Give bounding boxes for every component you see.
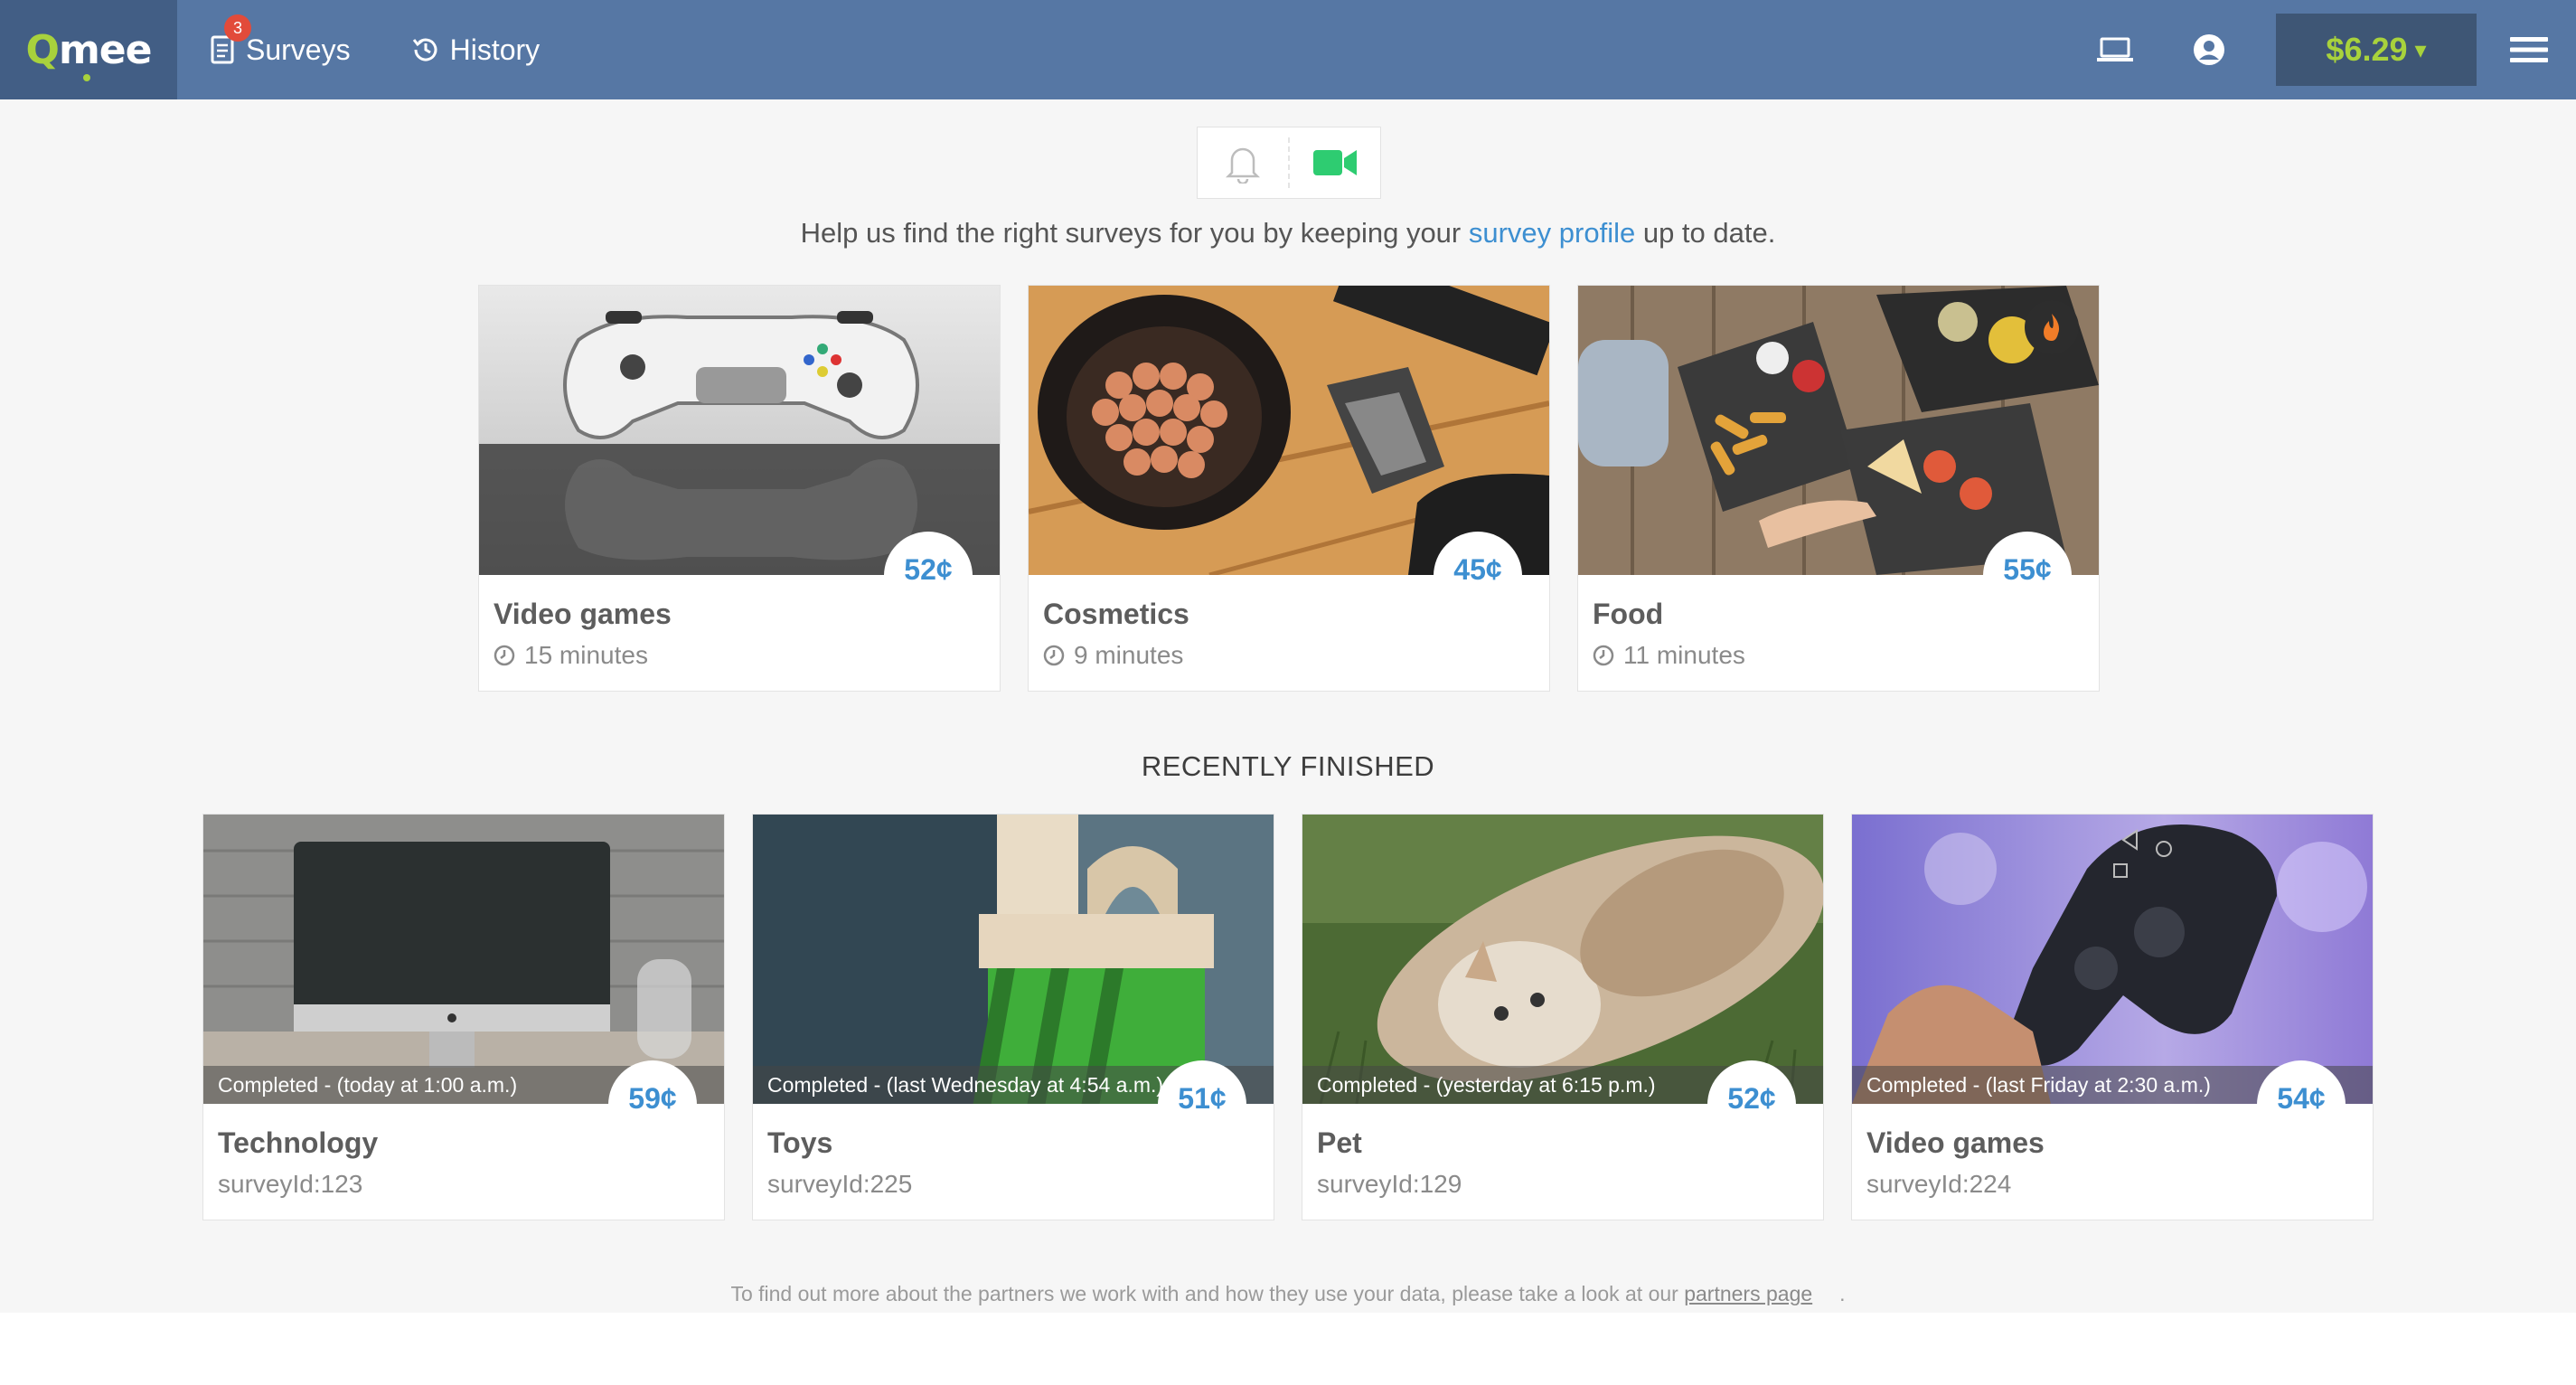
survey-id: surveyId:123 (218, 1170, 363, 1198)
balance-amount: $6.29 (2326, 31, 2408, 68)
nav-history-label: History (449, 33, 541, 66)
footer (0, 1313, 2576, 1385)
clock-icon (494, 645, 515, 666)
nav-history[interactable]: History (410, 0, 541, 99)
nav-surveys-label: Surveys (246, 33, 351, 66)
chevron-down-icon: ▾ (2414, 35, 2427, 63)
surveys-count-badge: 3 (224, 14, 251, 42)
duration-text: 15 minutes (524, 641, 648, 669)
survey-id: surveyId:225 (767, 1170, 913, 1198)
survey-duration: 9 minutes (1043, 641, 1183, 670)
finished-card-video-games[interactable]: Completed - (last Friday at 2:30 a.m.) 5… (1851, 814, 2374, 1220)
partners-notice: To find out more about the partners we w… (0, 1282, 2576, 1306)
survey-title: Toys (767, 1126, 833, 1159)
partners-text-end: . (1839, 1282, 1846, 1305)
logo-wordmark: Qmee (25, 26, 153, 73)
clock-icon (1593, 645, 1614, 666)
survey-card-food[interactable]: 55¢ Food 11 minutes (1577, 285, 2100, 692)
history-icon (412, 38, 437, 61)
top-navigation: Qmee 3 Surveys History $6.29 ▾ (0, 0, 2576, 99)
survey-reward: 52¢ (1707, 1060, 1796, 1149)
finished-card-pet[interactable]: Completed - (yesterday at 6:15 p.m.) 52¢… (1302, 814, 1824, 1220)
partners-page-link[interactable]: partners page (1684, 1282, 1812, 1305)
survey-reward: 51¢ (1158, 1060, 1246, 1149)
duration-text: 9 minutes (1074, 641, 1184, 669)
survey-card-cosmetics[interactable]: 45¢ Cosmetics 9 minutes (1028, 285, 1550, 692)
survey-title: Video games (1866, 1126, 2045, 1159)
hot-survey-icon (2025, 300, 2079, 354)
nav-right-group: $6.29 ▾ (2088, 0, 2576, 99)
video-camera-icon[interactable] (1290, 127, 1380, 198)
survey-duration: 15 minutes (494, 641, 648, 670)
notification-toggle-panel (1197, 127, 1381, 199)
survey-title: Video games (494, 598, 672, 630)
menu-icon[interactable] (2502, 23, 2556, 77)
laptop-icon[interactable] (2088, 23, 2142, 77)
active-indicator (83, 74, 90, 81)
help-text: Help us find the right surveys for you b… (800, 217, 1469, 249)
survey-reward: 54¢ (2257, 1060, 2346, 1149)
survey-reward: 59¢ (608, 1060, 697, 1149)
help-text-end: up to date. (1635, 217, 1776, 249)
survey-title: Food (1593, 598, 1664, 630)
survey-card-video-games[interactable]: 52¢ Video games 15 minutes (478, 285, 1001, 692)
account-icon[interactable] (2182, 23, 2236, 77)
bell-icon[interactable] (1198, 127, 1288, 198)
survey-duration: 11 minutes (1593, 641, 1745, 670)
survey-title: Technology (218, 1126, 379, 1159)
balance-dropdown[interactable]: $6.29 ▾ (2276, 14, 2477, 86)
survey-id: surveyId:224 (1866, 1170, 2012, 1198)
finished-card-toys[interactable]: Completed - (last Wednesday at 4:54 a.m.… (752, 814, 1274, 1220)
survey-title: Pet (1317, 1126, 1362, 1159)
recently-finished-heading: RECENTLY FINISHED (1141, 750, 1435, 782)
survey-profile-link[interactable]: survey profile (1469, 217, 1635, 249)
survey-title: Cosmetics (1043, 598, 1189, 630)
survey-reward: 52¢ (884, 532, 973, 620)
survey-reward: 55¢ (1983, 532, 2072, 620)
partners-text: To find out more about the partners we w… (730, 1282, 1685, 1305)
survey-reward: 45¢ (1434, 532, 1522, 620)
duration-text: 11 minutes (1623, 641, 1745, 669)
survey-id: surveyId:129 (1317, 1170, 1462, 1198)
nav-surveys[interactable]: 3 Surveys (210, 0, 351, 99)
help-message: Help us find the right surveys for you b… (0, 217, 2576, 250)
finished-card-technology[interactable]: Completed - (today at 1:00 a.m.) 59¢ Tec… (202, 814, 725, 1220)
clock-icon (1043, 645, 1065, 666)
qmee-logo[interactable]: Qmee (0, 0, 177, 99)
